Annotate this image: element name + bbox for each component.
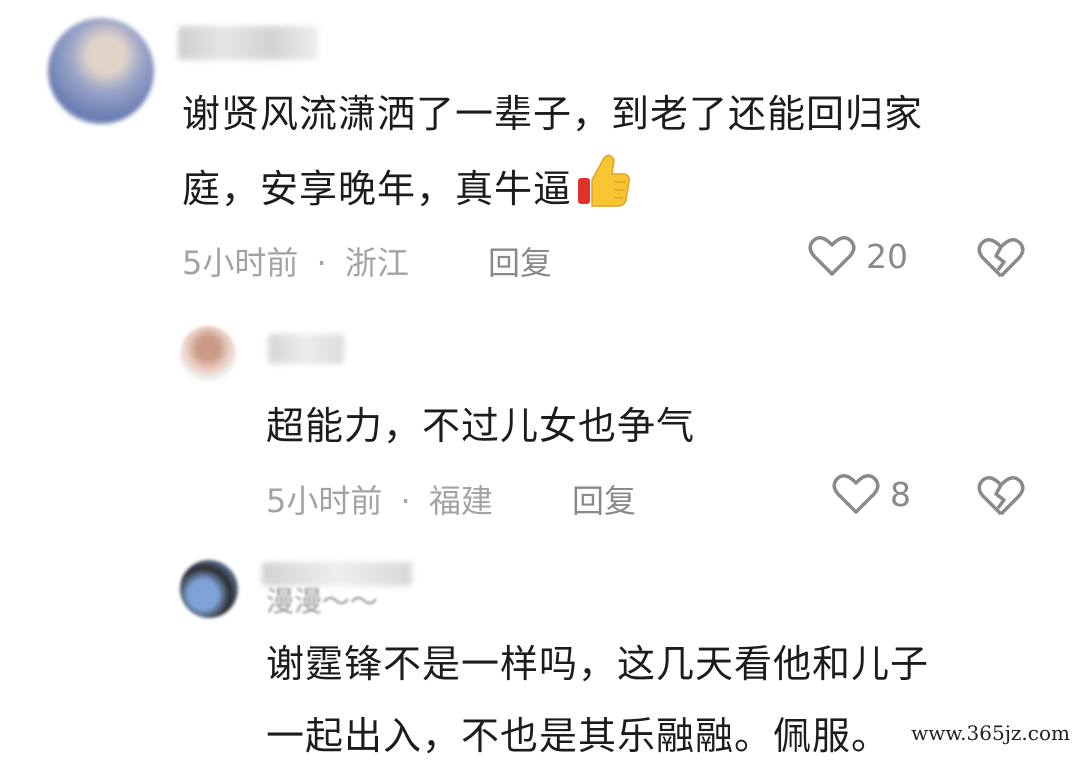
reply-button[interactable]: 回复 <box>572 476 636 522</box>
broken-heart-icon <box>976 474 1026 518</box>
comment-meta: 5小时前 · 浙江 <box>182 244 409 282</box>
like-count: 8 <box>890 474 911 514</box>
username[interactable]: 漫漫～～ <box>266 580 378 620</box>
heart-icon <box>832 472 880 516</box>
reply-button[interactable]: 回复 <box>488 238 552 284</box>
heart-icon <box>808 234 856 278</box>
like-button[interactable]: 8 <box>832 472 911 516</box>
thumbs-up-icon <box>574 150 632 233</box>
avatar[interactable] <box>48 18 154 124</box>
like-button[interactable]: 20 <box>808 234 908 278</box>
comment-text: 谢贤风流潇洒了一辈子，到老了还能回归家 庭，安享晚年，真牛逼 <box>182 78 923 233</box>
watermark: www.365jz.com <box>905 720 1076 746</box>
avatar[interactable] <box>180 560 238 618</box>
username-blurred[interactable] <box>178 26 318 60</box>
username-blurred[interactable] <box>268 334 344 364</box>
comment-text: 谢霆锋不是一样吗，这几天看他和儿子 一起出入，不也是其乐融融。佩服。 <box>266 642 930 758</box>
broken-heart-icon <box>976 236 1026 280</box>
avatar[interactable] <box>180 326 236 382</box>
dislike-button[interactable] <box>976 236 1026 280</box>
dislike-button[interactable] <box>976 474 1026 518</box>
comment-text: 超能力，不过儿女也争气 <box>266 404 696 448</box>
like-count: 20 <box>866 236 908 276</box>
comment-meta: 5小时前 · 福建 <box>266 482 493 520</box>
